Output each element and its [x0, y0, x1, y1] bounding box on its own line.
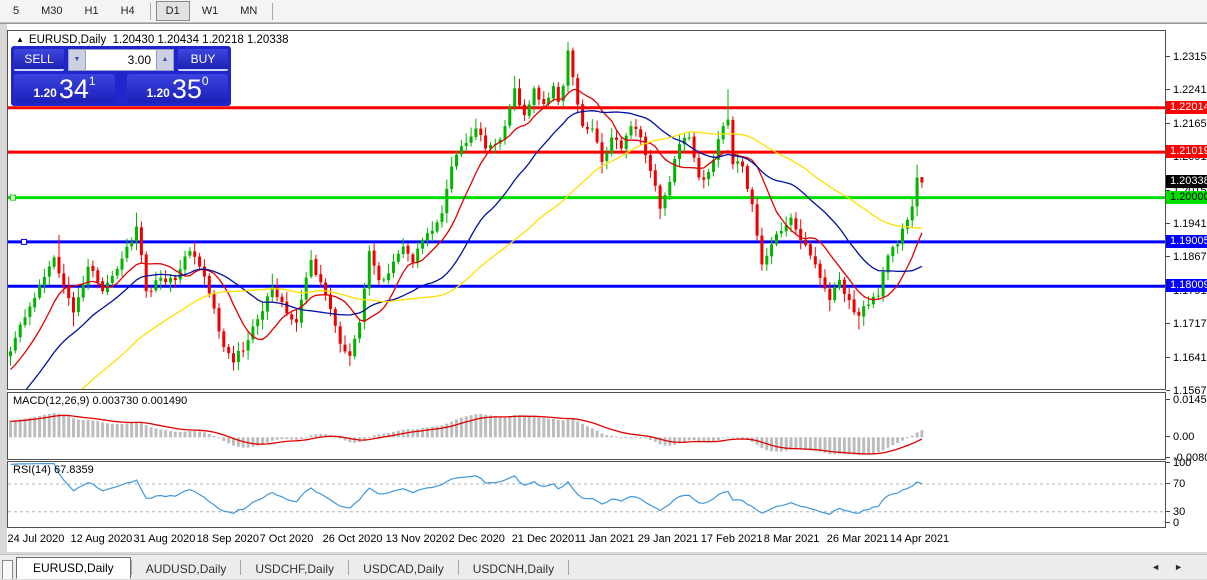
- volume-increase-button[interactable]: ▲: [156, 49, 174, 71]
- tab-usdchf[interactable]: USDCHF,Daily: [241, 559, 348, 579]
- date-label: 14 Apr 2021: [890, 533, 949, 545]
- timeframe-button-d1[interactable]: D1: [156, 1, 190, 21]
- date-label: 21 Dec 2020: [512, 533, 574, 545]
- buy-price-big: 35: [172, 77, 202, 102]
- rsi-tick: 0: [1166, 517, 1207, 529]
- date-label: 2 Dec 2020: [449, 533, 505, 545]
- rsi-tick: 100: [1166, 457, 1207, 469]
- macd-indicator-pane[interactable]: MACD(12,26,9) 0.003730 0.001490: [7, 392, 1166, 460]
- tab-separator: [568, 560, 569, 575]
- rsi-plot[interactable]: [8, 462, 1165, 527]
- price-tick: 1.23150: [1166, 51, 1207, 63]
- sell-price-sup: 1: [89, 75, 96, 87]
- rsi-line: [11, 464, 922, 515]
- date-label: 17 Feb 2021: [701, 533, 763, 545]
- price-badge: 1.20000: [1166, 191, 1207, 204]
- date-label: 18 Sep 2020: [197, 533, 259, 545]
- price-tick: 1.17170: [1166, 318, 1207, 330]
- timeframe-button-mn[interactable]: MN: [230, 1, 267, 21]
- price-axis[interactable]: 1.231501.224101.216501.209101.201501.194…: [1166, 24, 1207, 552]
- price-badge: 1.18009: [1166, 279, 1207, 292]
- rsi-indicator-pane[interactable]: RSI(14) 67.8359: [7, 461, 1166, 528]
- buy-price-prefix: 1.20: [146, 85, 169, 102]
- timeframe-button-h4[interactable]: H4: [111, 1, 145, 21]
- timeframe-button-m30[interactable]: M30: [31, 1, 72, 21]
- date-axis[interactable]: 24 Jul 2020 12 Aug 202031 Aug 202018 Sep …: [7, 529, 1166, 552]
- sell-price-prefix: 1.20: [33, 85, 56, 102]
- date-label: 31 Aug 2020: [134, 533, 196, 545]
- volume-stepper: ▼ 3.00 ▲: [68, 49, 174, 71]
- volume-field[interactable]: 3.00: [86, 49, 156, 71]
- chart-ohlc-values: 1.20430 1.20434 1.20218 1.20338: [113, 34, 289, 46]
- buy-price-display[interactable]: 1.20350: [127, 74, 228, 103]
- level-handle[interactable]: [22, 239, 27, 244]
- rsi-tick: 30: [1166, 506, 1207, 518]
- date-label: 11 Jan 2021: [575, 533, 635, 545]
- price-badge: 1.22014: [1166, 101, 1207, 114]
- price-tick: 1.18670: [1166, 251, 1207, 263]
- tab-scroll-right-icon[interactable]: ►: [1174, 562, 1197, 572]
- chart-symbol-label: EURUSD,Daily: [29, 34, 106, 46]
- price-chart-pane[interactable]: ▲ EURUSD,Daily 1.20430 1.20434 1.20218 1.…: [7, 30, 1166, 390]
- rsi-tick: 70: [1166, 478, 1207, 490]
- price-tick: 1.19410: [1166, 218, 1207, 230]
- macd-tick: 0.014509: [1166, 394, 1207, 406]
- toolbar-separator: [272, 3, 273, 20]
- price-tick: 1.22410: [1166, 84, 1207, 96]
- timeframe-toolbar: 5M30H1H4 D1W1MN: [0, 0, 1207, 23]
- level-handle[interactable]: [11, 195, 16, 200]
- tab-scroll-arrows: ◄►: [1151, 562, 1197, 572]
- timeframe-button-w1[interactable]: W1: [192, 1, 229, 21]
- buy-button[interactable]: BUY: [178, 49, 228, 71]
- date-label: 24 Jul 2020: [8, 533, 65, 545]
- date-label: 29 Jan 2021: [638, 533, 699, 545]
- collapse-icon[interactable]: ▲: [16, 35, 24, 44]
- date-label: 12 Aug 2020: [71, 533, 133, 545]
- tab-usdcad[interactable]: USDCAD,Daily: [349, 559, 458, 579]
- price-badge: 1.21019: [1166, 145, 1207, 158]
- timeframe-button-m5[interactable]: 5: [3, 1, 29, 21]
- tab-stub[interactable]: [2, 560, 13, 579]
- macd-label: MACD(12,26,9) 0.003730 0.001490: [13, 395, 187, 407]
- date-label: 7 Oct 2020: [260, 533, 314, 545]
- tab-eurusd[interactable]: EURUSD,Daily: [16, 557, 131, 579]
- volume-decrease-button[interactable]: ▼: [68, 49, 86, 71]
- sell-price-display[interactable]: 1.20341: [14, 74, 115, 103]
- price-tick: 1.16410: [1166, 352, 1207, 364]
- date-label: 26 Oct 2020: [323, 533, 383, 545]
- sell-price-big: 34: [59, 77, 89, 102]
- chart-tab-bar: EURUSD,DailyAUDUSD,DailyUSDCHF,DailyUSDC…: [0, 554, 1207, 579]
- rsi-label: RSI(14) 67.8359: [13, 464, 94, 476]
- price-badge: 1.19005: [1166, 235, 1207, 248]
- timeframe-button-h1[interactable]: H1: [75, 1, 109, 21]
- chart-title: ▲ EURUSD,Daily 1.20430 1.20434 1.20218 1.…: [16, 34, 289, 46]
- tab-usdcnh[interactable]: USDCNH,Daily: [459, 559, 568, 579]
- tab-audusd[interactable]: AUDUSD,Daily: [132, 559, 241, 579]
- price-badge: 1.20338: [1166, 175, 1207, 188]
- macd-tick: 0.00: [1166, 431, 1207, 443]
- buy-price-sup: 0: [202, 75, 209, 87]
- tab-scroll-left-icon[interactable]: ◄: [1151, 562, 1174, 572]
- price-tick: 1.21650: [1166, 118, 1207, 130]
- toolbar-separator: [150, 3, 151, 20]
- one-click-trading-panel: SELL ▼ 3.00 ▲ BUY 1.20341 1.20350: [11, 46, 231, 106]
- sell-button[interactable]: SELL: [14, 49, 64, 71]
- date-label: 13 Nov 2020: [386, 533, 448, 545]
- date-label: 26 Mar 2021: [827, 533, 889, 545]
- date-label: 8 Mar 2021: [764, 533, 820, 545]
